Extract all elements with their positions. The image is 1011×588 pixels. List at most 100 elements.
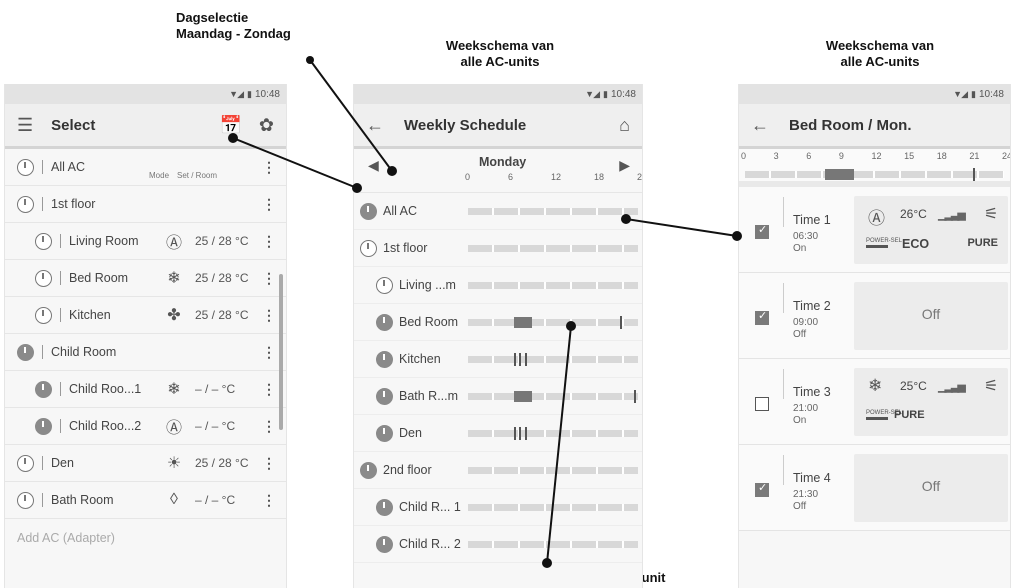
slot-name: Time 3 (793, 385, 831, 399)
power-icon[interactable] (35, 380, 52, 398)
list-item[interactable]: All AC Mode Set / Room ⋮ (5, 149, 286, 186)
time-slot: Time 421:30OffOff (739, 445, 1010, 531)
divider (783, 369, 784, 399)
list-item[interactable]: Den ☀ 25 / 28 °C ⋮ (5, 445, 286, 482)
set-temperature: 26°C (900, 207, 927, 221)
set-room-temp: 25 / 28 °C (195, 456, 249, 470)
back-arrow-icon[interactable]: ← (751, 115, 769, 136)
list-item[interactable]: Bath Room ◊ – / – °C ⋮ (5, 482, 286, 519)
power-icon[interactable] (360, 202, 377, 220)
slot-checkbox[interactable] (755, 481, 769, 497)
calendar-icon[interactable]: 📅 (220, 115, 242, 136)
power-icon[interactable] (376, 387, 393, 405)
pure-label: PURE (967, 237, 998, 249)
power-icon[interactable] (360, 461, 377, 479)
slot-state: On (793, 415, 807, 426)
power-icon[interactable] (360, 239, 377, 257)
more-options-icon[interactable]: ⋮ (262, 159, 276, 176)
divider (783, 283, 784, 313)
slot-name: Time 2 (793, 299, 831, 313)
off-label: Off (921, 478, 941, 494)
slot-state: Off (793, 501, 807, 512)
callout-line: Weekschema van (825, 38, 935, 53)
power-icon[interactable] (376, 424, 393, 442)
battery-icon: ▮ (971, 88, 976, 99)
more-options-icon[interactable]: ⋮ (262, 492, 276, 509)
list-item[interactable]: 1st floor ⋮ (5, 186, 286, 223)
more-options-icon[interactable]: ⋮ (262, 418, 276, 435)
list-item[interactable]: Child Room ⋮ (5, 334, 286, 371)
power-icon[interactable] (376, 276, 393, 294)
slot-settings-card[interactable]: Ⓐ 26°C ▁▂▃▅ ⚟ POWER-SEL ECO PURE (854, 196, 1008, 264)
schedule-row[interactable]: All AC (354, 193, 642, 230)
list-item[interactable]: Child Roo...2 Ⓐ – / – °C ⋮ (5, 408, 286, 445)
divider (60, 308, 61, 322)
add-ac-link[interactable]: Add AC (Adapter) (5, 519, 286, 556)
power-icon[interactable] (376, 313, 393, 331)
slot-settings-card[interactable]: Off (854, 454, 1008, 522)
power-icon[interactable] (376, 350, 393, 368)
power-icon[interactable] (17, 491, 34, 509)
power-icon[interactable] (17, 158, 34, 176)
slot-settings-card[interactable]: ❄ 25°C ▁▂▃▅ ⚟ POWER-SEL PURE (854, 368, 1008, 436)
more-options-icon[interactable]: ⋮ (262, 307, 276, 324)
prev-day-arrow-icon[interactable]: ◀ (368, 157, 379, 174)
power-icon[interactable] (17, 343, 34, 361)
schedule-row[interactable]: 2nd floor (354, 452, 642, 489)
power-icon[interactable] (17, 454, 34, 472)
slot-checkbox[interactable] (755, 397, 769, 411)
power-icon[interactable] (376, 498, 393, 516)
unit-name: Child R... 2 (399, 537, 461, 551)
more-options-icon[interactable]: ⋮ (262, 455, 276, 472)
more-options-icon[interactable]: ⋮ (262, 381, 276, 398)
schedule-row[interactable]: 1st floor (354, 230, 642, 267)
list-item[interactable]: Bed Room ❄ 25 / 28 °C ⋮ (5, 260, 286, 297)
home-icon[interactable]: ⌂ (619, 115, 630, 136)
power-icon[interactable] (17, 195, 34, 213)
schedule-row[interactable]: Child R... 2 (354, 526, 642, 563)
slot-settings-card[interactable]: Off (854, 282, 1008, 350)
set-room-temp: – / – °C (195, 419, 236, 433)
slot-checkbox[interactable] (755, 309, 769, 325)
time-tick-label: 9 (838, 151, 844, 161)
status-time: 10:48 (610, 88, 636, 100)
power-icon[interactable] (35, 417, 52, 435)
slot-name: Time 4 (793, 471, 831, 485)
schedule-row[interactable]: Child R... 1 (354, 489, 642, 526)
menu-icon[interactable]: ☰ (17, 115, 33, 136)
unit-name: Bed Room (399, 315, 459, 329)
schedule-row[interactable]: Bed Room (354, 304, 642, 341)
time-slot: Time 209:00OffOff (739, 273, 1010, 359)
list-item[interactable]: Child Roo...1 ❄ – / – °C ⋮ (5, 371, 286, 408)
unit-name: Child Room (51, 345, 117, 359)
gear-icon[interactable]: ✿ (259, 115, 274, 136)
schedule-track (468, 541, 638, 548)
list-item[interactable]: Living Room Ⓐ 25 / 28 °C ⋮ (5, 223, 286, 260)
list-item[interactable]: Kitchen ✤ 25 / 28 °C ⋮ (5, 297, 286, 334)
timeline-bar (825, 169, 854, 180)
schedule-row[interactable]: Den (354, 415, 642, 452)
status-time: 10:48 (254, 88, 280, 100)
back-arrow-icon[interactable]: ← (366, 115, 384, 136)
unit-name: Living ...m (399, 278, 456, 292)
unit-name: Child R... 1 (399, 500, 461, 514)
unit-name: Bath Room (51, 493, 114, 507)
schedule-row[interactable]: Living ...m (354, 267, 642, 304)
more-options-icon[interactable]: ⋮ (262, 270, 276, 287)
slot-checkbox[interactable] (755, 223, 769, 239)
time-tick-label: 15 (904, 151, 915, 161)
schedule-mark (620, 316, 623, 329)
power-icon[interactable] (376, 535, 393, 553)
more-options-icon[interactable]: ⋮ (262, 233, 276, 250)
schedule-row[interactable]: Kitchen (354, 341, 642, 378)
schedule-row[interactable]: Bath R...m (354, 378, 642, 415)
power-icon[interactable] (35, 306, 52, 324)
power-icon[interactable] (35, 232, 52, 250)
power-icon[interactable] (35, 269, 52, 287)
next-day-arrow-icon[interactable]: ▶ (619, 157, 630, 174)
more-options-icon[interactable]: ⋮ (262, 344, 276, 361)
more-options-icon[interactable]: ⋮ (262, 196, 276, 213)
scrollbar[interactable] (279, 274, 283, 430)
schedule-bar (514, 391, 532, 402)
unit-name: Living Room (69, 234, 139, 248)
